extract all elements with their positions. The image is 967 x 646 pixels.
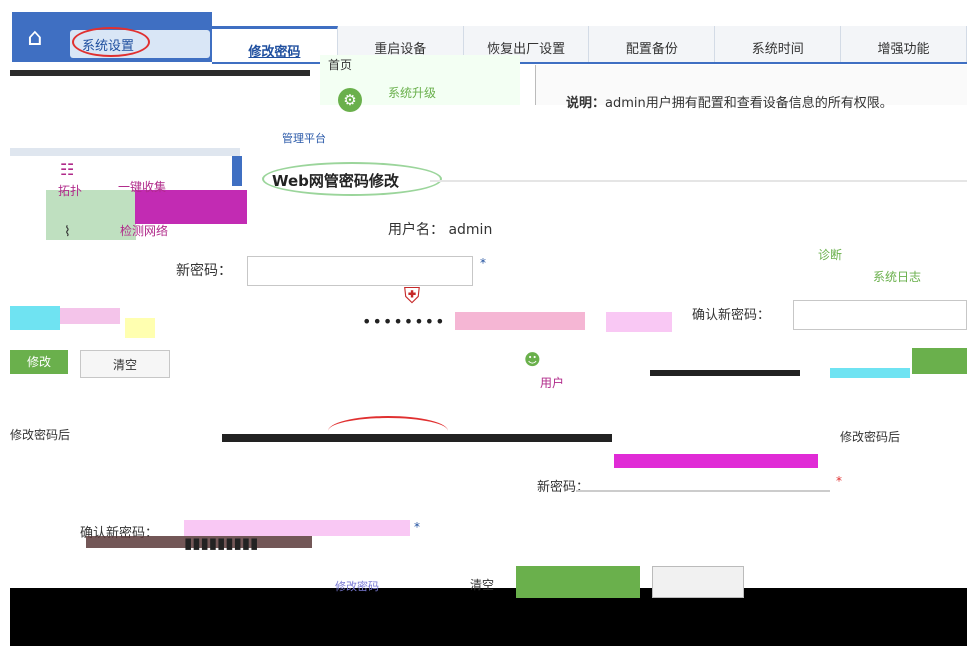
cancel-button-2[interactable] bbox=[652, 566, 744, 598]
decor-dark-bar bbox=[222, 434, 612, 442]
network-icon: ☷ bbox=[60, 160, 75, 179]
sidebar-item-topology[interactable]: 拓扑 bbox=[58, 182, 82, 199]
shield-icon: ⛨ bbox=[403, 284, 421, 309]
user-link[interactable]: 用户 bbox=[540, 374, 564, 391]
divider bbox=[430, 180, 967, 182]
highlight-circle bbox=[72, 27, 150, 57]
home-icon[interactable]: ⌂ bbox=[18, 20, 52, 54]
required-mark-3: * bbox=[414, 520, 420, 534]
change-password-link[interactable]: 修改密码 bbox=[335, 578, 379, 594]
notice-text: 说明：admin用户拥有配置和查看设备信息的所有权限。 bbox=[566, 92, 893, 111]
system-log-link[interactable]: 系统日志 bbox=[873, 268, 921, 285]
confirm-password-label: 确认新密码： bbox=[692, 308, 771, 323]
confirm-button[interactable] bbox=[912, 348, 967, 374]
decor-yellow bbox=[125, 318, 155, 338]
tab-enhanced[interactable]: 增强功能 bbox=[841, 26, 967, 62]
password-mask-2: ▮▮▮▮▮▮▮▮▮ bbox=[184, 534, 259, 552]
gear-icon: ⚙ bbox=[338, 88, 362, 112]
tab-system-time[interactable]: 系统时间 bbox=[715, 26, 842, 62]
new-password-label-2: 新密码： bbox=[537, 480, 590, 495]
save-button[interactable]: 修改 bbox=[10, 350, 68, 374]
required-mark: * bbox=[480, 256, 486, 270]
decor-strip-2 bbox=[10, 148, 240, 156]
confirm-password-input[interactable] bbox=[793, 300, 967, 330]
decor-vbar bbox=[232, 156, 242, 186]
username-row: 用户名： admin bbox=[388, 219, 492, 239]
footer-bar bbox=[10, 588, 967, 646]
chart-icon: ⌇ bbox=[64, 224, 71, 240]
tab-change-password[interactable]: 修改密码 bbox=[212, 26, 338, 62]
decor-pink bbox=[455, 312, 585, 330]
management-link[interactable]: 管理平台 bbox=[282, 130, 326, 146]
sidebar-item-monitor[interactable]: 检测网络 bbox=[120, 222, 168, 239]
new-password-input[interactable] bbox=[247, 256, 473, 286]
home-link[interactable]: 首页 bbox=[328, 56, 352, 73]
notice-content: admin用户拥有配置和查看设备信息的所有权限。 bbox=[605, 96, 893, 111]
info-text-right: 修改密码后 bbox=[840, 430, 901, 444]
clear-button[interactable]: 清空 bbox=[80, 350, 170, 378]
save-button-2[interactable] bbox=[516, 566, 640, 598]
decor-cyan bbox=[10, 306, 60, 330]
username-label: 用户名： bbox=[388, 222, 444, 238]
username-value: admin bbox=[448, 222, 493, 238]
info-text-left: 修改密码后 bbox=[10, 428, 71, 442]
required-mark-2: * bbox=[836, 474, 842, 488]
new-password-label: 新密码： bbox=[176, 263, 232, 279]
tab-config-backup[interactable]: 配置备份 bbox=[589, 26, 716, 62]
decor-cyan-right bbox=[830, 368, 910, 378]
new-password-field-2[interactable] bbox=[576, 490, 830, 492]
clear-button-2[interactable]: 清空 bbox=[470, 576, 494, 593]
decor-pink-left bbox=[60, 308, 120, 324]
password-mask: •••••••• bbox=[362, 312, 446, 331]
user-icon: ☻ bbox=[524, 350, 541, 369]
decor-strip bbox=[10, 70, 310, 76]
decor-block-magenta bbox=[135, 190, 247, 224]
decor-magenta-bar bbox=[614, 454, 818, 468]
decor-pink-2 bbox=[606, 312, 672, 332]
diagnose-link[interactable]: 诊断 bbox=[818, 246, 842, 263]
system-upgrade-link[interactable]: 系统升级 bbox=[388, 84, 436, 101]
notice-label: 说明： bbox=[566, 96, 606, 111]
decor-dark-line bbox=[650, 370, 800, 376]
sidebar-item-collect[interactable]: 一键收集 bbox=[118, 178, 166, 195]
page-title: Web网管密码修改 bbox=[272, 172, 399, 190]
